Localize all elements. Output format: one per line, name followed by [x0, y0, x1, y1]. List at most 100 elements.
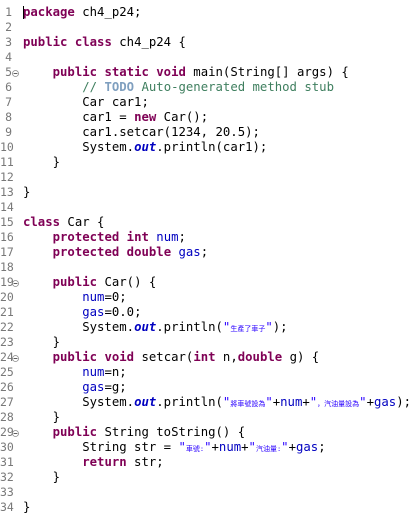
- code-text: gas=0.0;: [23, 305, 141, 320]
- code-text: car1 = new Car();: [23, 110, 208, 125]
- code-line[interactable]: 3 public class ch4_p24 {: [0, 35, 417, 50]
- line-number: 30: [0, 440, 14, 454]
- line-number: 28: [0, 410, 14, 424]
- code-line[interactable]: 2: [0, 20, 417, 35]
- code-token: package: [23, 5, 75, 19]
- code-token: +: [211, 440, 219, 454]
- line-number: 3: [5, 35, 12, 49]
- fold-collapse-icon[interactable]: [12, 355, 19, 362]
- code-line[interactable]: 22 System.out.println("生產了車子");: [0, 320, 417, 335]
- code-text: car1.setcar(1234, 20.5);: [23, 125, 260, 140]
- code-token: );: [272, 320, 288, 334]
- code-token: +: [366, 395, 374, 409]
- line-number: 29: [0, 425, 14, 439]
- code-text: num=n;: [23, 365, 126, 380]
- code-line[interactable]: 23 }: [0, 335, 417, 350]
- line-number: 11: [0, 155, 14, 169]
- code-token: static: [104, 65, 149, 79]
- code-line[interactable]: 5 public static void main(String[] args)…: [0, 65, 417, 80]
- line-number: 24: [0, 350, 14, 364]
- code-line[interactable]: 27 System.out.println("將車號設為"+num+"，汽油量設…: [0, 395, 417, 410]
- code-line[interactable]: 1 package ch4_p24;: [0, 5, 417, 20]
- code-line[interactable]: 20 num=0;: [0, 290, 417, 305]
- code-token: ": [204, 440, 212, 454]
- code-line[interactable]: 17 protected double gas;: [0, 245, 417, 260]
- code-area[interactable]: 1 package ch4_p24; 2 3 public class ch4_p24 …: [0, 5, 417, 515]
- code-token: System.: [23, 320, 135, 334]
- code-token: gas: [82, 380, 105, 394]
- line-number: 16: [0, 230, 14, 244]
- code-text: num=0;: [23, 290, 126, 305]
- code-token: setcar(: [134, 350, 194, 364]
- code-line[interactable]: 10 System.out.println(car1);: [0, 140, 417, 155]
- code-line[interactable]: 34}: [0, 500, 417, 515]
- code-token: num: [82, 365, 105, 379]
- code-text: protected double gas;: [23, 245, 209, 260]
- code-line[interactable]: 4: [0, 50, 417, 65]
- fold-collapse-icon[interactable]: [12, 70, 19, 77]
- code-token: out: [134, 140, 157, 154]
- code-line[interactable]: 12: [0, 170, 417, 185]
- code-token: 將車號設為: [230, 400, 266, 408]
- code-line[interactable]: 30 String str = "車號:"+num+"汽油量:"+gas;: [0, 440, 417, 455]
- code-line[interactable]: 26 gas=g;: [0, 380, 417, 395]
- code-token: Car car1;: [23, 95, 149, 109]
- code-line[interactable]: 13}: [0, 185, 417, 200]
- code-line[interactable]: 16 protected int num;: [0, 230, 417, 245]
- code-token: }: [23, 335, 61, 349]
- code-text: public void setcar(int n,double g) {: [23, 350, 320, 365]
- line-number: 4: [5, 50, 12, 64]
- code-token: ;: [178, 230, 186, 244]
- code-line[interactable]: 8 car1 = new Car();: [0, 110, 417, 125]
- code-line[interactable]: 14: [0, 200, 417, 215]
- code-line[interactable]: 15 class Car {: [0, 215, 417, 230]
- code-line[interactable]: 9 car1.setcar(1234, 20.5);: [0, 125, 417, 140]
- code-text: System.out.println(car1);: [23, 140, 267, 155]
- code-line[interactable]: 11 }: [0, 155, 417, 170]
- code-line[interactable]: 32 }: [0, 470, 417, 485]
- code-text: public Car() {: [23, 275, 157, 290]
- code-token: double: [237, 350, 283, 364]
- code-line[interactable]: 6 // TODO Auto-generated method stub: [0, 80, 417, 95]
- line-number: 2: [5, 20, 12, 34]
- code-token: gas: [82, 305, 105, 319]
- code-token: ch4_p24;: [74, 5, 142, 19]
- code-editor[interactable]: 1 package ch4_p24; 2 3 public class ch4_p24 …: [0, 0, 417, 525]
- code-token: Car() {: [97, 275, 157, 289]
- code-token: 生產了車子: [230, 325, 266, 333]
- code-line[interactable]: 21 gas=0.0;: [0, 305, 417, 320]
- text-caret: [23, 6, 24, 19]
- code-token: TODO: [104, 80, 135, 94]
- code-line[interactable]: 31 return str;: [0, 455, 417, 470]
- code-token: .println(: [156, 320, 223, 334]
- code-token: void: [104, 350, 135, 364]
- code-token: ;: [200, 245, 209, 259]
- code-line[interactable]: 7 Car car1;: [0, 95, 417, 110]
- code-token: class: [23, 215, 61, 229]
- code-token: public: [52, 275, 98, 289]
- code-text: public class ch4_p24 {: [23, 35, 186, 50]
- code-line[interactable]: 25 num=n;: [0, 365, 417, 380]
- code-line[interactable]: 24 public void setcar(int n,double g) {: [0, 350, 417, 365]
- code-text: public String toString() {: [23, 425, 246, 440]
- code-line[interactable]: 28 }: [0, 410, 417, 425]
- code-token: ": [359, 395, 367, 409]
- line-number: 8: [5, 110, 12, 124]
- fold-collapse-icon[interactable]: [12, 430, 19, 437]
- code-line[interactable]: 33: [0, 485, 417, 500]
- code-token: Car {: [60, 215, 105, 229]
- code-line[interactable]: 29 public String toString() {: [0, 425, 417, 440]
- code-token: +: [288, 440, 296, 454]
- fold-collapse-icon[interactable]: [12, 280, 19, 287]
- line-number: 5: [5, 65, 12, 79]
- code-token: }: [23, 500, 31, 514]
- code-token: Car();: [156, 110, 209, 124]
- code-token: String str =: [23, 440, 179, 454]
- code-line[interactable]: 19 public Car() {: [0, 275, 417, 290]
- code-line[interactable]: 18: [0, 260, 417, 275]
- code-token: ": [265, 395, 273, 409]
